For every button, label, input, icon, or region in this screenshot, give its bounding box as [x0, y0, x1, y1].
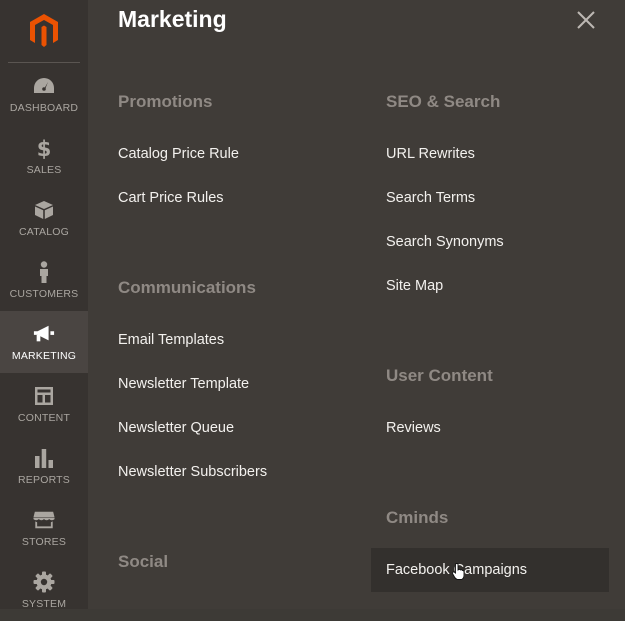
menu-link-catalog-price-rule[interactable]: Catalog Price Rule [118, 146, 239, 162]
menu-link-cart-price-rules[interactable]: Cart Price Rules [118, 190, 224, 206]
nav-label: MARKETING [11, 349, 77, 362]
panel-title: Marketing [118, 6, 227, 32]
nav-label: DASHBOARD [9, 101, 79, 114]
menu-link-reviews[interactable]: Reviews [386, 420, 441, 436]
store-icon [33, 509, 55, 531]
menu-link-newsletter-queue[interactable]: Newsletter Queue [118, 420, 234, 436]
nav-item-reports[interactable]: REPORTS [0, 435, 88, 497]
bar-chart-icon [33, 447, 55, 469]
nav-label: STORES [21, 535, 67, 548]
logo[interactable] [0, 0, 88, 62]
megaphone-icon [33, 323, 55, 345]
menu-link-newsletter-template[interactable]: Newsletter Template [118, 376, 249, 392]
svg-text:$: $ [37, 137, 52, 159]
close-icon [577, 11, 595, 29]
nav-item-stores[interactable]: STORES [0, 497, 88, 559]
hand-cursor-icon [452, 563, 464, 580]
nav-item-customers[interactable]: CUSTOMERS [0, 249, 88, 311]
admin-sidebar: DASHBOARD $ SALES CATALOG CUSTOMERS MARK… [0, 0, 88, 610]
menu-link-site-map[interactable]: Site Map [386, 278, 443, 294]
section-title-seo-search: SEO & Search [386, 92, 501, 111]
menu-link-email-templates[interactable]: Email Templates [118, 332, 224, 348]
nav-item-catalog[interactable]: CATALOG [0, 187, 88, 249]
nav-item-sales[interactable]: $ SALES [0, 125, 88, 187]
magento-logo [30, 14, 58, 47]
dashboard-icon [33, 75, 55, 97]
gear-icon [33, 571, 55, 593]
close-button[interactable] [576, 10, 596, 30]
layout-icon [33, 385, 55, 407]
nav-label: REPORTS [18, 473, 70, 486]
menu-link-url-rewrites[interactable]: URL Rewrites [386, 146, 475, 162]
menu-link-search-terms[interactable]: Search Terms [386, 190, 475, 206]
nav-label: CONTENT [17, 411, 71, 424]
menu-link-search-synonyms[interactable]: Search Synonyms [386, 234, 504, 250]
section-title-social: Social [118, 552, 169, 571]
box-icon [33, 199, 55, 221]
nav-label: CUSTOMERS [9, 287, 79, 300]
dollar-icon: $ [33, 137, 55, 159]
nav-item-marketing[interactable]: MARKETING [0, 311, 88, 373]
marketing-flyout-panel: Marketing Promotions Catalog Price Rule … [88, 0, 625, 609]
menu-link-newsletter-subscribers[interactable]: Newsletter Subscribers [118, 464, 267, 480]
section-title-user-content: User Content [386, 366, 493, 385]
menu-link-facebook-campaigns[interactable]: Facebook Campaigns [371, 548, 609, 592]
section-title-communications: Communications [118, 278, 256, 297]
nav-label: SALES [26, 163, 62, 176]
nav-label: SYSTEM [21, 597, 67, 610]
section-title-promotions: Promotions [118, 92, 213, 111]
nav-label: CATALOG [18, 225, 70, 238]
section-title-cminds: Cminds [386, 508, 449, 527]
nav-item-system[interactable]: SYSTEM [0, 559, 88, 621]
person-icon [33, 260, 55, 283]
nav-item-content[interactable]: CONTENT [0, 373, 88, 435]
nav-item-dashboard[interactable]: DASHBOARD [0, 63, 88, 125]
